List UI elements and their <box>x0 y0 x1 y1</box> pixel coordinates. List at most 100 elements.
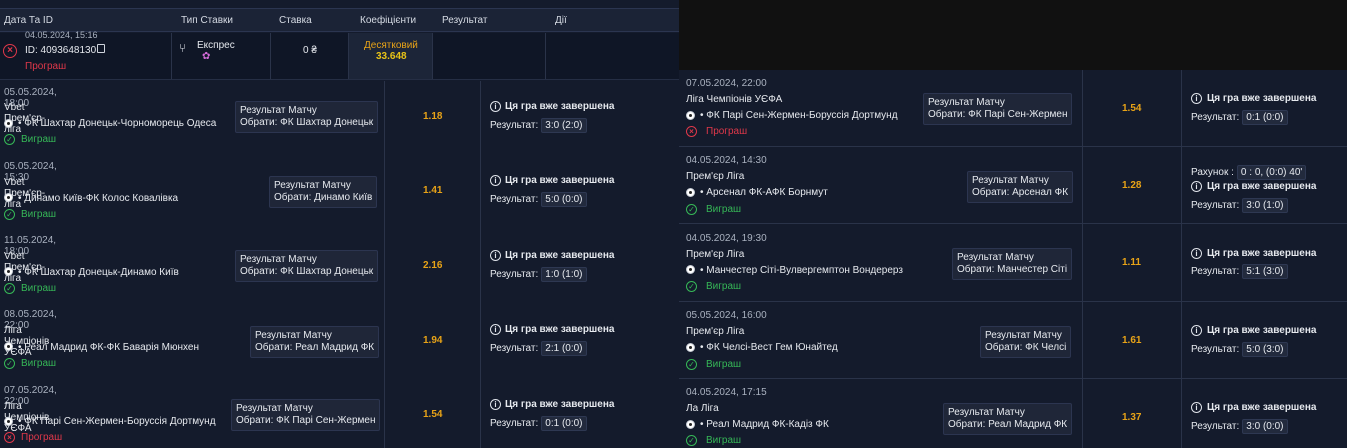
col-divider <box>480 378 481 448</box>
row-league: Ла Ліга <box>686 403 719 414</box>
col-divider <box>1082 224 1083 302</box>
finished-note: Ця гра вже завершена <box>1207 402 1317 413</box>
football-icon <box>686 188 695 197</box>
summary-id: ID: 4093648130 <box>25 45 97 56</box>
header-coef: Коефіцієнти <box>360 15 417 26</box>
row-date: 04.05.2024, 14:30 <box>686 155 767 166</box>
finished-note: Ця гра вже завершена <box>1207 248 1317 259</box>
copy-icon[interactable] <box>97 44 105 53</box>
info-icon: i <box>1191 325 1202 336</box>
row-odds: 1.54 <box>423 409 443 420</box>
market-label: Результат Матчу <box>236 403 313 414</box>
row-date: 05.05.2024, 16:00 <box>686 310 767 321</box>
row-odds: 1.41 <box>423 185 443 196</box>
live-score: 0 : 0, (0:0) 40' <box>1236 165 1307 180</box>
col-divider <box>1082 147 1083 224</box>
row-status: Виграш <box>21 209 57 220</box>
row-odds: 1.61 <box>1122 335 1142 346</box>
lose-x-icon: × <box>3 44 17 58</box>
football-icon <box>4 342 13 351</box>
express-star-icon: ✿ <box>202 51 211 62</box>
table-header: Дата Та ID Тип Ставки Ставка Коефіцієнти… <box>0 8 679 32</box>
win-check-icon: ✓ <box>686 281 697 292</box>
finished-note: Ця гра вже завершена <box>505 324 615 335</box>
row-status: Виграш <box>706 204 742 215</box>
info-icon: i <box>1191 248 1202 259</box>
row-status: Програш <box>706 126 748 137</box>
row-status: Виграш <box>706 435 742 446</box>
row-league: Ліга Чемпіонів УЄФА <box>686 94 783 105</box>
row-odds: 1.54 <box>1122 103 1142 114</box>
market-label: Результат Матчу <box>948 407 1025 418</box>
row-league: Прем'єр Ліга <box>686 326 745 337</box>
summary-coef-cell: Десятковий 33.648 <box>349 33 433 79</box>
bet-summary-row[interactable]: × 04.05.2024, 15:16 ID: 4093648130 Прогр… <box>0 30 679 80</box>
col-divider <box>1181 302 1182 379</box>
market-box: Результат Матчу Обрати: ФК Парі Сен-Жерме… <box>923 93 1073 125</box>
win-check-icon: ✓ <box>4 134 15 145</box>
col-divider <box>1181 147 1182 224</box>
summary-coef-label: Десятковий <box>364 40 418 51</box>
info-icon: i <box>1191 402 1202 413</box>
row-teams: • ФК Челсі-Вест Гем Юнайтед <box>700 342 838 353</box>
result-score: 0:1 (0:0) <box>1242 110 1288 125</box>
bet-row: 04.05.2024, 17:15 Ла Ліга • Реал Мадрид … <box>679 379 1347 448</box>
result-line: Результат: 5:0 (0:0) <box>490 192 587 207</box>
row-odds: 1.37 <box>1122 412 1142 423</box>
row-teams: • ФК Парі Сен-Жермен-Боруссія Дортмунд <box>18 416 216 427</box>
market-box: Результат Матчу Обрати: Реал Мадрид ФК <box>943 403 1073 435</box>
header-bet-type: Тип Ставки <box>181 15 233 26</box>
header-actions: Дії <box>555 15 567 26</box>
row-teams: • ФК Шахтар Донецьк-Чорноморець Одеса <box>18 118 217 129</box>
market-box: Результат Матчу Обрати: Манчестер Сіті <box>952 248 1073 280</box>
result-score: 5:1 (3:0) <box>1242 264 1288 279</box>
football-icon <box>686 265 695 274</box>
market-choice: Обрати: Арсенал ФК <box>972 187 1069 198</box>
result-line: Результат: 3:0 (0:0) <box>1191 419 1288 434</box>
header-date-id: Дата Та ID <box>4 15 53 26</box>
result-score: 3:0 (1:0) <box>1242 198 1288 213</box>
finished-note: Ця гра вже завершена <box>1207 181 1317 192</box>
col-divider <box>1082 379 1083 448</box>
finished-note: Ця гра вже завершена <box>505 101 615 112</box>
info-icon: i <box>1191 93 1202 104</box>
header-stake: Ставка <box>279 15 312 26</box>
market-choice: Обрати: Реал Мадрид ФК <box>255 342 375 353</box>
bet-row: 04.05.2024, 14:30 Прем'єр Ліга • Арсенал… <box>679 147 1347 224</box>
row-status: Виграш <box>21 283 57 294</box>
info-icon: i <box>490 399 501 410</box>
row-teams: • ФК Парі Сен-Жермен-Боруссія Дортмунд <box>700 110 898 121</box>
col-divider <box>384 155 385 229</box>
right-bet-panel: 07.05.2024, 22:00 Ліга Чемпіонів УЄФА • … <box>679 0 1347 448</box>
win-check-icon: ✓ <box>4 358 15 369</box>
market-box: Результат Матчу Обрати: ФК Шахтар Донецьк <box>235 101 379 133</box>
row-status: Виграш <box>21 358 57 369</box>
col-divider <box>480 229 481 303</box>
football-icon <box>686 420 695 429</box>
col-divider <box>480 81 481 155</box>
express-branch-icon: ⑂ <box>179 41 187 55</box>
empty-top-area <box>679 0 1347 70</box>
info-icon: i <box>490 324 501 335</box>
row-odds: 1.94 <box>423 335 443 346</box>
col-divider <box>384 378 385 448</box>
col-divider <box>480 155 481 229</box>
left-bet-panel: Дата Та ID Тип Ставки Ставка Коефіцієнти… <box>0 0 679 448</box>
info-icon: i <box>490 101 501 112</box>
row-teams: • Арсенал ФК-АФК Борнмут <box>700 187 828 198</box>
finished-note: Ця гра вже завершена <box>505 175 615 186</box>
row-teams: • Динамо Київ-ФК Колос Ковалівка <box>18 193 179 204</box>
result-score: 5:0 (0:0) <box>541 192 587 207</box>
summary-stake-cell: 0 ₴ <box>271 33 349 79</box>
win-check-icon: ✓ <box>4 209 15 220</box>
market-label: Результат Матчу <box>274 180 351 191</box>
bet-row: 04.05.2024, 19:30 Прем'єр Ліга • Манчест… <box>679 224 1347 302</box>
row-teams: • Манчестер Сіті-Вулвергемптон Вондерерз <box>700 265 903 276</box>
col-divider <box>1181 224 1182 302</box>
info-icon: i <box>490 250 501 261</box>
summary-type-cell: ⑂ Експрес ✿ <box>172 33 271 79</box>
result-score: 1:0 (1:0) <box>541 267 587 282</box>
market-box: Результат Матчу Обрати: Динамо Київ <box>269 176 378 208</box>
football-icon <box>686 343 695 352</box>
market-label: Результат Матчу <box>240 254 317 265</box>
